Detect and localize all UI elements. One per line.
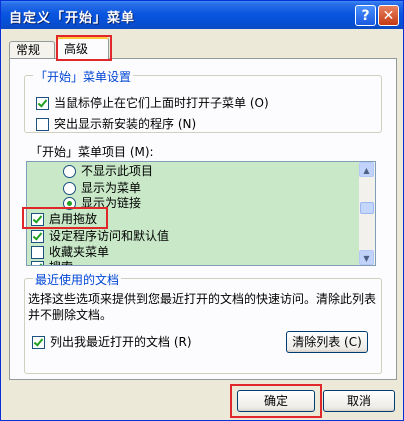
list-scrollbar[interactable]: ▲ ▼ — [359, 162, 375, 265]
list-recent-docs-label: 列出我最近打开的文档 (R) — [50, 335, 192, 349]
radio-hide-label: 不显示此项目 — [81, 164, 154, 178]
tab-general[interactable]: 常规 — [9, 41, 55, 59]
window-title: 自定义「开始」菜单 — [9, 11, 136, 26]
search-label: 搜索 — [49, 259, 73, 265]
scroll-thumb[interactable] — [360, 202, 374, 214]
scroll-up-icon[interactable]: ▲ — [359, 162, 374, 177]
customize-start-menu-dialog: 自定义「开始」菜单 ? ✕ 常规 高级 「开始」菜单设置 当鼠标停止在它们上面时… — [0, 0, 404, 421]
start-menu-settings-label: 「开始」菜单设置 — [33, 68, 134, 85]
recent-documents-description: 选择这些选项来提供到您最近打开的文档的快速访问。清除此列表并不删除文档。 — [28, 292, 377, 322]
radio-link-label: 显示为链接 — [81, 196, 142, 210]
favorites-checkbox[interactable] — [31, 246, 44, 259]
enable-drag-drop-checkbox[interactable] — [31, 213, 44, 226]
help-icon: ? — [361, 8, 370, 24]
highlight-new-programs-label: 突出显示新安装的程序 (N) — [54, 117, 197, 131]
tab-advanced[interactable]: 高级 — [57, 37, 109, 60]
start-menu-items-list[interactable]: 不显示此项目 显示为菜单 显示为链接 启用拖放 设定程序访问和默认值 收藏夹菜单… — [26, 161, 376, 266]
list-recent-docs-checkbox[interactable] — [32, 336, 45, 349]
open-submenus-label: 当鼠标停止在它们上面时打开子菜单 (O) — [54, 96, 269, 110]
title-bar[interactable]: 自定义「开始」菜单 ? ✕ — [1, 1, 403, 29]
close-icon: ✕ — [382, 8, 395, 24]
highlight-new-programs-checkbox[interactable] — [36, 118, 49, 131]
program-access-checkbox[interactable] — [31, 230, 44, 243]
radio-menu[interactable] — [63, 182, 76, 195]
recent-documents-label: 最近使用的文档 — [33, 271, 122, 288]
start-menu-items-label: 「开始」菜单项目 (M): — [30, 145, 154, 159]
radio-hide[interactable] — [63, 165, 76, 178]
enable-drag-drop-label: 启用拖放 — [49, 212, 98, 226]
close-button[interactable]: ✕ — [378, 5, 399, 26]
search-checkbox[interactable] — [31, 261, 44, 265]
advanced-tab-panel: 「开始」菜单设置 当鼠标停止在它们上面时打开子菜单 (O) 突出显示新安装的程序… — [9, 58, 397, 380]
list-content: 不显示此项目 显示为菜单 显示为链接 启用拖放 设定程序访问和默认值 收藏夹菜单 — [27, 162, 359, 265]
favorites-label: 收藏夹菜单 — [49, 245, 110, 259]
program-access-label: 设定程序访问和默认值 — [49, 229, 170, 243]
clear-list-button[interactable]: 清除列表 (C) — [286, 331, 368, 353]
cancel-button[interactable]: 取消 — [323, 390, 395, 412]
help-button[interactable]: ? — [355, 5, 376, 26]
radio-menu-label: 显示为菜单 — [81, 181, 142, 195]
open-submenus-checkbox[interactable] — [36, 97, 49, 110]
radio-link[interactable] — [63, 197, 76, 210]
scroll-down-icon[interactable]: ▼ — [359, 250, 374, 265]
ok-button[interactable]: 确定 — [237, 390, 315, 412]
